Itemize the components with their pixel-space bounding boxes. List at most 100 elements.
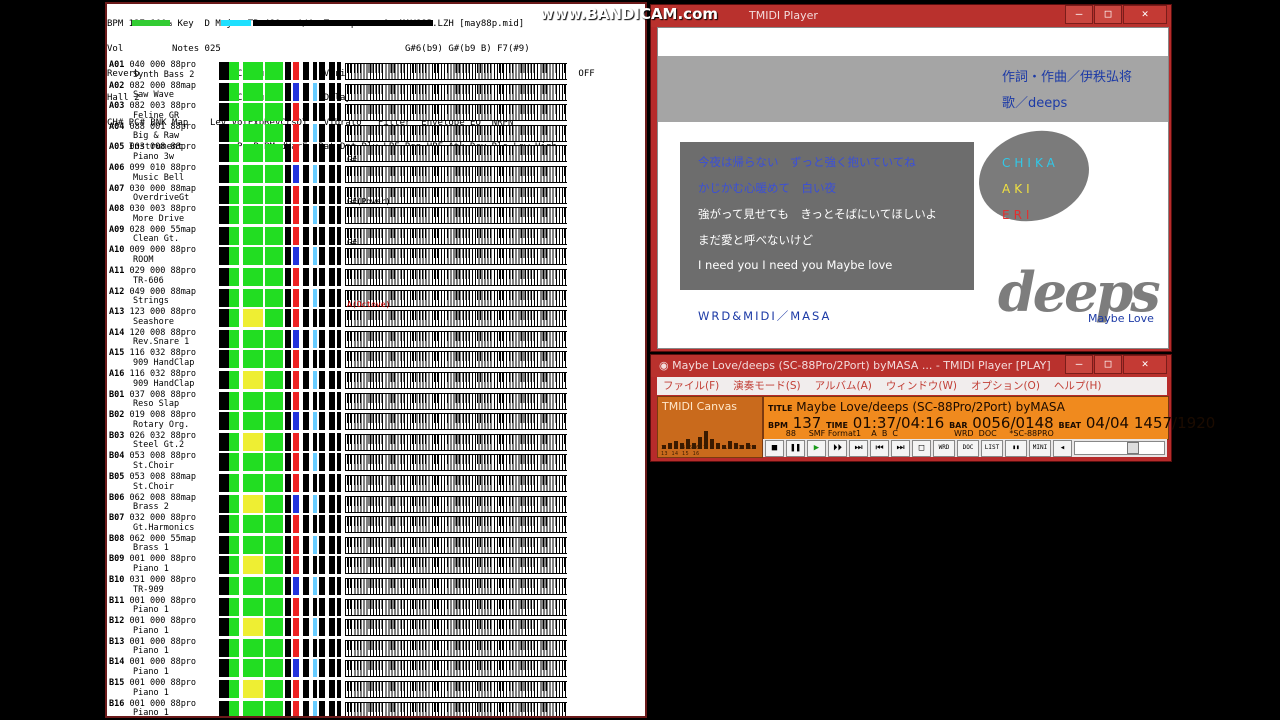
channel-row[interactable]: B10 031 000 88pro TR-909 [107,575,645,597]
channel-row[interactable]: A04 088 001 88pro Big & Raw [107,122,645,144]
skip-button[interactable]: ⏭ [891,439,910,457]
channel-row[interactable]: A08 030 003 88pro More Drive [107,204,645,226]
channel-row[interactable]: A14 120 008 88pro Rev.Snare 1 [107,328,645,350]
channel-label: A01 040 000 88pro Synth Bass 2 [109,60,196,80]
meter-cell [265,577,283,595]
next-track-button[interactable]: ⏭ [849,439,868,457]
previous-track-button[interactable]: ⏮ [870,439,889,457]
channel-row[interactable]: B13 001 000 88pro Piano 1 [107,637,645,659]
meter-cell [219,144,229,163]
channel-row[interactable]: B05 053 008 88map St.Choir [107,472,645,494]
channel-row[interactable]: A01 040 000 88pro Synth Bass 2 [107,60,645,82]
meter-cell [319,494,325,513]
meter-cell [319,82,325,101]
channel-row[interactable]: A13 123 000 88pro Seashore [107,307,645,329]
channel-label: A03 082 003 88pro Feline GR [109,101,196,121]
meter-cell [285,329,291,348]
channel-label: B16 001 000 88pro Piano 1 [109,699,196,716]
channel-row[interactable]: B03 026 032 88pro Steel Gt.2 [107,431,645,453]
menu-help[interactable]: ヘルプ(H) [1052,377,1104,395]
meter-cell [293,247,299,266]
channel-row[interactable]: A02 082 000 88map Saw Wave [107,81,645,103]
singer-eri: ERI [1002,208,1034,222]
channel-row[interactable]: B02 019 008 88pro Rotary Org. [107,410,645,432]
meter-cell [303,82,309,101]
channel-row[interactable]: B08 062 000 55map Brass 1 [107,534,645,556]
channel-row[interactable]: B01 037 008 88pro Reso Slap [107,390,645,412]
minimize-icon[interactable]: – [1065,355,1093,374]
close-icon[interactable]: ✕ [1123,5,1167,24]
meter-cell [285,432,291,451]
channel-row[interactable]: A06 099 010 88pro Music Bell [107,163,645,185]
pause-button[interactable]: ❚❚ [786,439,805,457]
maximize-icon[interactable]: □ [1094,355,1122,374]
level-button[interactable]: ▮▮ [1005,439,1027,457]
channel-row[interactable]: A05 003 008 88pro Piano 3w G# [107,143,645,164]
meter-cell [229,556,239,575]
channel-row[interactable]: B16 001 000 88pro Piano 1 [107,699,645,716]
channel-row[interactable]: A10 009 000 88pro ROOM [107,246,645,267]
mini-button[interactable]: MINI [1029,439,1051,457]
channel-row[interactable]: A09 028 000 55map Clean Gt. G# [107,224,645,247]
meter-cell [313,247,317,266]
meter-cell [313,597,317,616]
channel-row[interactable]: B15 001 000 88pro Piano 1 [107,678,645,700]
meter-cell [319,556,325,575]
seek-thumb[interactable] [1127,442,1139,454]
channel-row[interactable]: B11 001 000 88pro Piano 1 [107,595,645,618]
list-button[interactable]: LIST [981,439,1003,457]
bank: 000 [149,224,166,235]
meter-cell [293,226,299,245]
channel-row[interactable]: B14 001 000 88pro Piano 1 [107,658,645,679]
tmidi-canvas[interactable]: TMIDI Canvas 1 2 3 4 5 6 7 8 9 10 11 12 … [657,396,763,458]
meter-cell [329,577,335,595]
channel-row[interactable]: B12 001 000 88pro Piano 1 [107,616,645,638]
play-button[interactable]: ▶ [807,439,826,457]
fast-forward-button[interactable]: ⏵⏵ [828,439,847,457]
channel-row[interactable]: B04 053 008 88pro St.Choir [107,452,645,473]
meter-cell [265,556,283,575]
doc-button[interactable]: DOC [957,439,979,457]
menu-file[interactable]: ファイル(F) [661,377,721,395]
channel-row[interactable]: A12 049 000 88map Strings A(Octove) [107,286,645,309]
maximize-icon[interactable]: □ [1094,5,1122,24]
menu-window[interactable]: ウィンドウ(W) [884,377,959,395]
bank: 000 [149,286,166,297]
meter-cell [337,638,341,657]
menu-options[interactable]: オプション(O) [969,377,1042,395]
channel-row[interactable]: A15 116 032 88pro 909 HandClap [107,349,645,370]
stop-button[interactable]: ■ [765,439,784,457]
meter-cell [243,309,263,328]
map: 88pro [170,595,197,606]
channel-row[interactable]: A03 082 003 88pro Feline GR [107,101,645,123]
channel-row[interactable]: B09 001 000 88pro Piano 1 [107,554,645,576]
meter-cell [337,577,341,595]
window-toggle-button[interactable]: □ [912,439,931,457]
channel-row[interactable]: B07 032 000 88pro Gt.Harmonics [107,513,645,535]
menu-play-mode[interactable]: 演奏モード(S) [731,377,802,395]
meter-cell [329,680,335,698]
program-change: 001 [129,616,145,627]
close-icon[interactable]: ✕ [1123,355,1167,374]
channel-label: B04 053 008 88pro St.Choir [109,452,196,471]
minimize-icon[interactable]: – [1065,5,1093,24]
channel-row[interactable]: A11 029 000 88pro TR-606 [107,266,645,288]
meter-cell [337,474,341,492]
meter-cell [293,638,299,657]
meter-cell [243,556,263,575]
song-format-row: 88 SMF Format1 A B C WRD DOC *SC-88PRO [768,429,1054,438]
channel-row[interactable]: A16 116 032 88pro 909 HandClap [107,369,645,391]
meter-cell [219,659,229,678]
meter-cell [313,535,317,554]
instrument-name: Seashore [133,316,174,327]
meter-cell [313,329,317,348]
meter-cell [229,62,239,80]
menu-album[interactable]: アルバム(A) [813,377,874,395]
seek-slider[interactable] [1074,441,1165,455]
bank: 000 [149,554,166,565]
channel-row[interactable]: B06 062 008 88map Brass 2 [107,493,645,515]
wrd-button[interactable]: WRD [933,439,955,457]
seek-left-button[interactable]: ◂ [1053,439,1072,457]
meter-cell [265,474,283,492]
channel-row[interactable]: A07 030 000 88map OverdriveGt G#(Power) [107,184,645,206]
